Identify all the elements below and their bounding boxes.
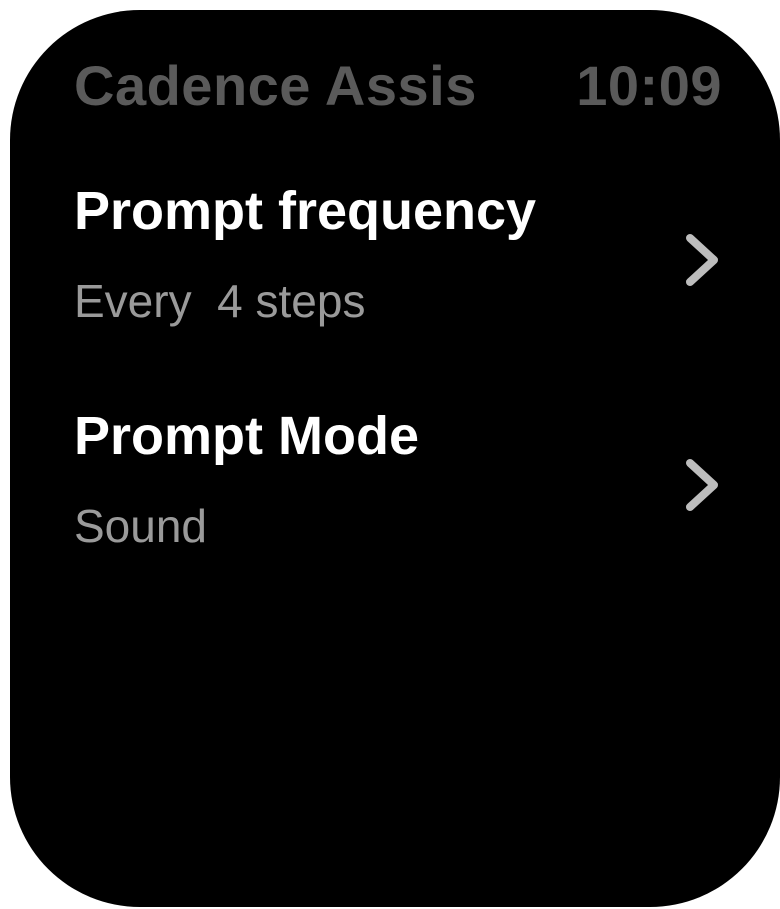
prompt-mode-value: Sound (74, 500, 208, 552)
chevron-right-icon (682, 455, 722, 515)
prompt-mode-title: Prompt Mode (74, 406, 419, 466)
prompt-frequency-item[interactable]: Prompt frequency Every 4 steps (10, 180, 780, 405)
prompt-frequency-title: Prompt frequency (74, 181, 537, 241)
chevron-right-icon (682, 230, 722, 290)
settings-list: Prompt frequency Every 4 steps Prompt Mo… (10, 180, 780, 630)
watch-screen: Cadence Assis 10:09 Prompt frequency Eve… (10, 10, 780, 907)
prompt-mode-item[interactable]: Prompt Mode Sound (10, 405, 780, 630)
prompt-frequency-value: Every 4 steps (74, 275, 366, 327)
status-bar: Cadence Assis 10:09 (74, 50, 722, 120)
clock: 10:09 (576, 53, 722, 117)
app-title: Cadence Assis (74, 53, 477, 117)
